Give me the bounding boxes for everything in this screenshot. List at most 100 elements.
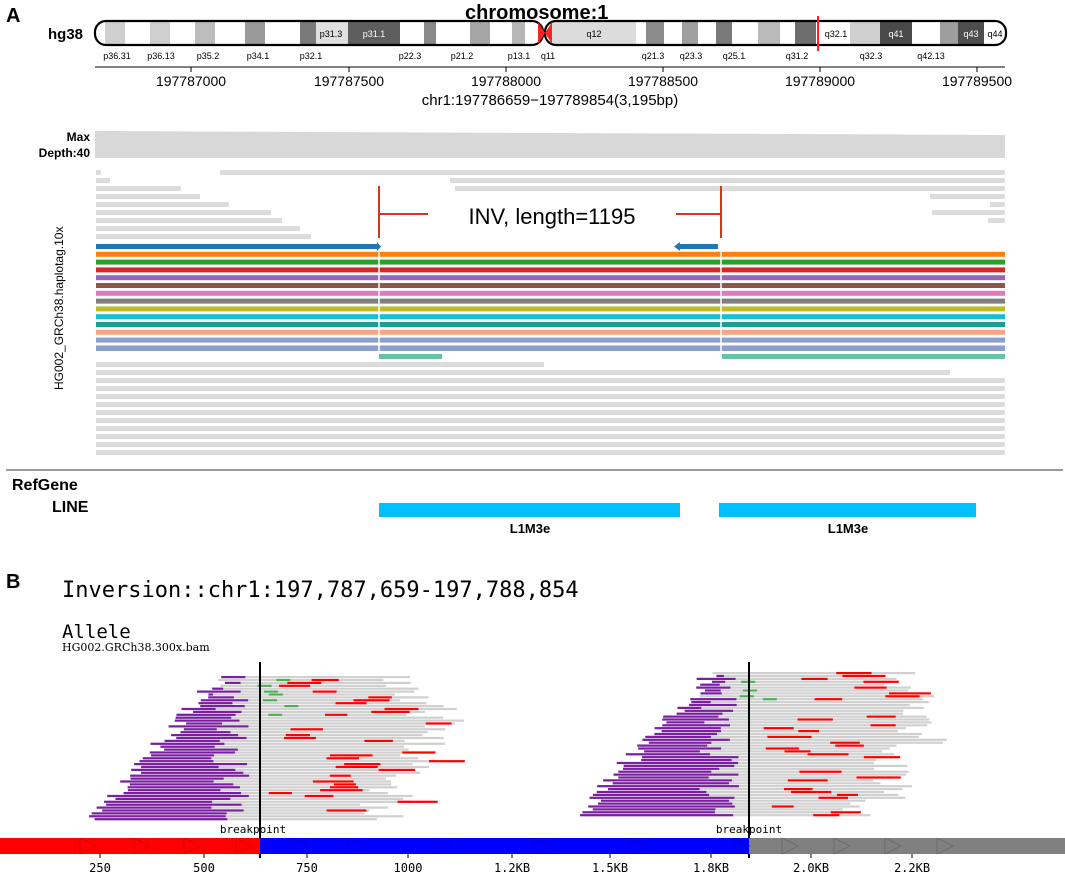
ideogram-band bbox=[636, 22, 646, 44]
axis-tick-label: 1.5KB bbox=[592, 861, 628, 875]
axis-tick-label: 1000 bbox=[394, 861, 423, 875]
clipped-segment bbox=[696, 686, 731, 689]
clipped-segment bbox=[799, 770, 842, 773]
clipped-segment bbox=[592, 808, 716, 811]
pileup-read bbox=[186, 722, 455, 725]
clipped-segment bbox=[885, 695, 920, 698]
clipped-segment bbox=[378, 768, 416, 771]
clipped-segment bbox=[208, 693, 213, 696]
clipped-segment bbox=[91, 812, 227, 815]
gray-read bbox=[932, 210, 1005, 215]
ruler-tick-label: 197787000 bbox=[156, 73, 226, 89]
depth-label-max: Max bbox=[67, 130, 91, 144]
ideogram-band bbox=[732, 22, 758, 44]
gray-read bbox=[96, 402, 1005, 407]
ideogram-band bbox=[125, 22, 150, 44]
band-inner-label: q41 bbox=[888, 29, 903, 39]
clipped-segment bbox=[335, 765, 378, 769]
clipped-segment bbox=[662, 718, 729, 721]
gray-read bbox=[96, 378, 1005, 383]
gray-read bbox=[96, 202, 229, 207]
clipped-segment bbox=[402, 751, 436, 754]
ideogram-band bbox=[215, 22, 245, 44]
pileup-read bbox=[208, 696, 429, 699]
clipped-segment bbox=[312, 780, 354, 783]
clipped-segment bbox=[589, 796, 735, 799]
gray-read bbox=[96, 434, 1005, 439]
clipped-segment bbox=[603, 779, 732, 782]
clipped-segment bbox=[618, 770, 712, 773]
clipped-segment bbox=[787, 779, 828, 782]
clipped-segment bbox=[866, 715, 896, 718]
gray-read bbox=[96, 410, 1005, 415]
read-pileup-right bbox=[579, 672, 947, 817]
ideogram-band bbox=[105, 22, 125, 44]
bam-label: HG002.GRCh38.300x.bam bbox=[62, 641, 210, 654]
clipped-segment bbox=[94, 818, 228, 821]
clipped-segment bbox=[700, 692, 722, 695]
depth-track bbox=[95, 131, 1005, 158]
clipped-segment bbox=[141, 765, 219, 769]
ideogram-band bbox=[758, 22, 780, 44]
pileup-read bbox=[208, 693, 395, 696]
breakpoint-label-2: breakpoint bbox=[716, 823, 782, 836]
gray-read bbox=[96, 194, 200, 199]
region-label: chr1:197786659−197789854(3,195bp) bbox=[422, 92, 678, 109]
gray-read bbox=[96, 234, 311, 239]
clipped-segment bbox=[208, 696, 234, 699]
gray-read bbox=[96, 226, 300, 231]
clipped-segment bbox=[164, 739, 220, 742]
clipped-segment bbox=[368, 696, 392, 699]
colored-read bbox=[96, 337, 1005, 343]
colored-read bbox=[96, 290, 1005, 296]
ideogram-band bbox=[436, 22, 470, 44]
ideogram-band bbox=[195, 22, 215, 44]
gray-read bbox=[96, 210, 271, 215]
band-label: p32.1 bbox=[300, 51, 323, 61]
clipped-segment bbox=[326, 809, 367, 812]
mismatch-segment bbox=[268, 713, 283, 716]
band-label: q23.3 bbox=[680, 51, 703, 61]
gray-read bbox=[930, 194, 1005, 199]
clipped-segment bbox=[283, 736, 316, 740]
clipped-segment bbox=[129, 783, 234, 786]
clipped-segment bbox=[814, 698, 843, 701]
clipped-segment bbox=[329, 786, 359, 789]
pileup-read bbox=[691, 701, 929, 704]
clipped-segment bbox=[818, 796, 849, 799]
gray-read bbox=[220, 170, 1005, 175]
ruler-tick-label: 197789000 bbox=[785, 73, 855, 89]
clipped-segment bbox=[193, 710, 242, 713]
pileup-read bbox=[705, 689, 909, 692]
band-label: q25.1 bbox=[723, 51, 746, 61]
clipped-segment bbox=[644, 750, 700, 753]
gene-label-2: L1M3e bbox=[828, 521, 868, 536]
ideogram-band bbox=[698, 22, 716, 44]
clipped-segment bbox=[279, 684, 311, 687]
band-label: p34.1 bbox=[247, 51, 270, 61]
clipped-segment bbox=[690, 698, 737, 701]
structure-track bbox=[0, 837, 1065, 855]
clipped-segment bbox=[200, 705, 245, 708]
centromere-marker bbox=[538, 22, 552, 44]
clipped-segment bbox=[637, 744, 708, 747]
clipped-segment bbox=[691, 701, 711, 704]
gray-read bbox=[96, 418, 1005, 423]
clipped-segment bbox=[618, 776, 709, 779]
ideogram-band bbox=[512, 22, 525, 44]
band-inner-label: q43 bbox=[963, 29, 978, 39]
gray-read bbox=[96, 450, 1005, 455]
colored-read bbox=[96, 259, 1005, 265]
clipped-segment bbox=[677, 706, 702, 709]
ideogram-band bbox=[470, 22, 490, 44]
line-track-label: LINE bbox=[52, 499, 89, 516]
pileup-read bbox=[221, 676, 411, 679]
clipped-segment bbox=[676, 712, 723, 715]
clipped-segment bbox=[168, 725, 249, 728]
clipped-segment bbox=[120, 780, 214, 783]
gray-read bbox=[96, 362, 544, 367]
clipped-segment bbox=[344, 763, 381, 766]
clipped-segment bbox=[801, 677, 828, 680]
clipped-segment bbox=[428, 760, 465, 763]
clipped-segment bbox=[285, 734, 310, 737]
